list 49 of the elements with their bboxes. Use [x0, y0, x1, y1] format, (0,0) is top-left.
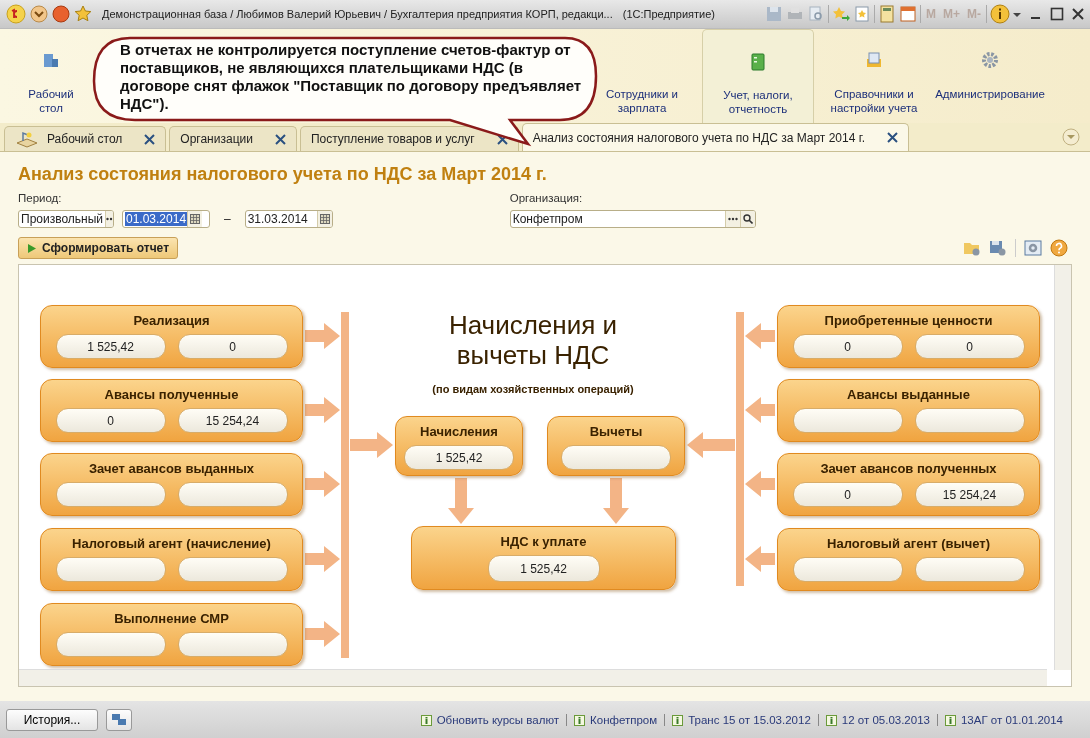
status-link[interactable]: 12 от 05.03.2013: [841, 714, 930, 726]
document-tab[interactable]: Поступление товаров и услуг: [299, 126, 519, 151]
card-title: Зачет авансов выданных: [88, 461, 255, 476]
section-tab[interactable]: Администрирование: [934, 29, 1046, 123]
organization-field[interactable]: Конфетпром: [509, 210, 756, 228]
amount-field: 1 525,42: [55, 334, 166, 359]
diagram-title: Начисления и вычеты НДС: [447, 310, 619, 370]
card-title: Авансы выданные: [847, 387, 970, 402]
amount-field: 0: [914, 334, 1025, 359]
document-tab[interactable]: Организации: [169, 126, 297, 151]
amount-field: 0: [55, 408, 166, 433]
amount-field: 0: [792, 334, 903, 359]
status-link[interactable]: Конфетпром: [590, 714, 658, 726]
document-tab[interactable]: Рабочий стол: [4, 126, 167, 151]
card-title: Налоговый агент (вычет): [827, 536, 990, 551]
card-title: Налоговый агент (начисление): [72, 536, 271, 551]
field-label: Период:: [18, 192, 63, 204]
status-link[interactable]: Транс 15 от 15.03.2012: [688, 714, 811, 726]
card-title: Реализация: [133, 313, 210, 328]
amount-field: 0: [177, 334, 288, 359]
window-title: Демонстрационная база / Любимов Валерий Юрьевич / Бухгалтерия предприятия КОРП, редакци...: [102, 8, 613, 20]
section-tab[interactable]: Рабочий стол: [20, 29, 82, 123]
status-link[interactable]: Обновить курсы валют: [436, 714, 560, 726]
card-title: Начисления: [420, 424, 498, 439]
section-tab[interactable]: Справочники и настройки учета: [818, 29, 930, 123]
document-tab[interactable]: Анализ состояния налогового учета по НДС за Март 2014 г.: [521, 123, 909, 151]
card-title: НДС к уплате: [500, 534, 587, 549]
section-tab[interactable]: Учет, налоги, отчетность: [702, 29, 814, 123]
range-dash: –: [223, 212, 232, 226]
card-title: Авансы полученные: [104, 387, 239, 402]
card-title: Вычеты: [589, 424, 643, 439]
generate-report-button[interactable]: Сформировать отчет: [18, 237, 178, 259]
amount-field: 15 254,24: [914, 482, 1025, 507]
history-button[interactable]: История...: [6, 709, 98, 731]
date-field[interactable]: 31.03.2014: [244, 210, 333, 228]
field-label: Организация:: [509, 192, 584, 204]
amount-field: 1 525,42: [487, 555, 600, 582]
date-field[interactable]: 01.03.2014: [122, 210, 210, 228]
window-app-name: (1С:Предприятие): [622, 8, 715, 20]
card-title: Выполнение СМР: [114, 611, 229, 626]
period-kind-field[interactable]: Произвольный: [18, 210, 114, 228]
amount-field: 15 254,24: [177, 408, 288, 433]
card-title: Зачет авансов полученных: [820, 461, 997, 476]
report-title: Анализ состояния налогового учета по НДС за Март 2014 г.: [18, 163, 548, 184]
amount-field: 0: [792, 482, 903, 507]
card-title: Приобретенные ценности: [824, 313, 993, 328]
diagram-subtitle: (по видам хозяйственных операций): [431, 383, 635, 395]
status-link[interactable]: 13АГ от 01.01.2014: [960, 714, 1063, 726]
amount-field: 1 525,42: [404, 445, 514, 470]
